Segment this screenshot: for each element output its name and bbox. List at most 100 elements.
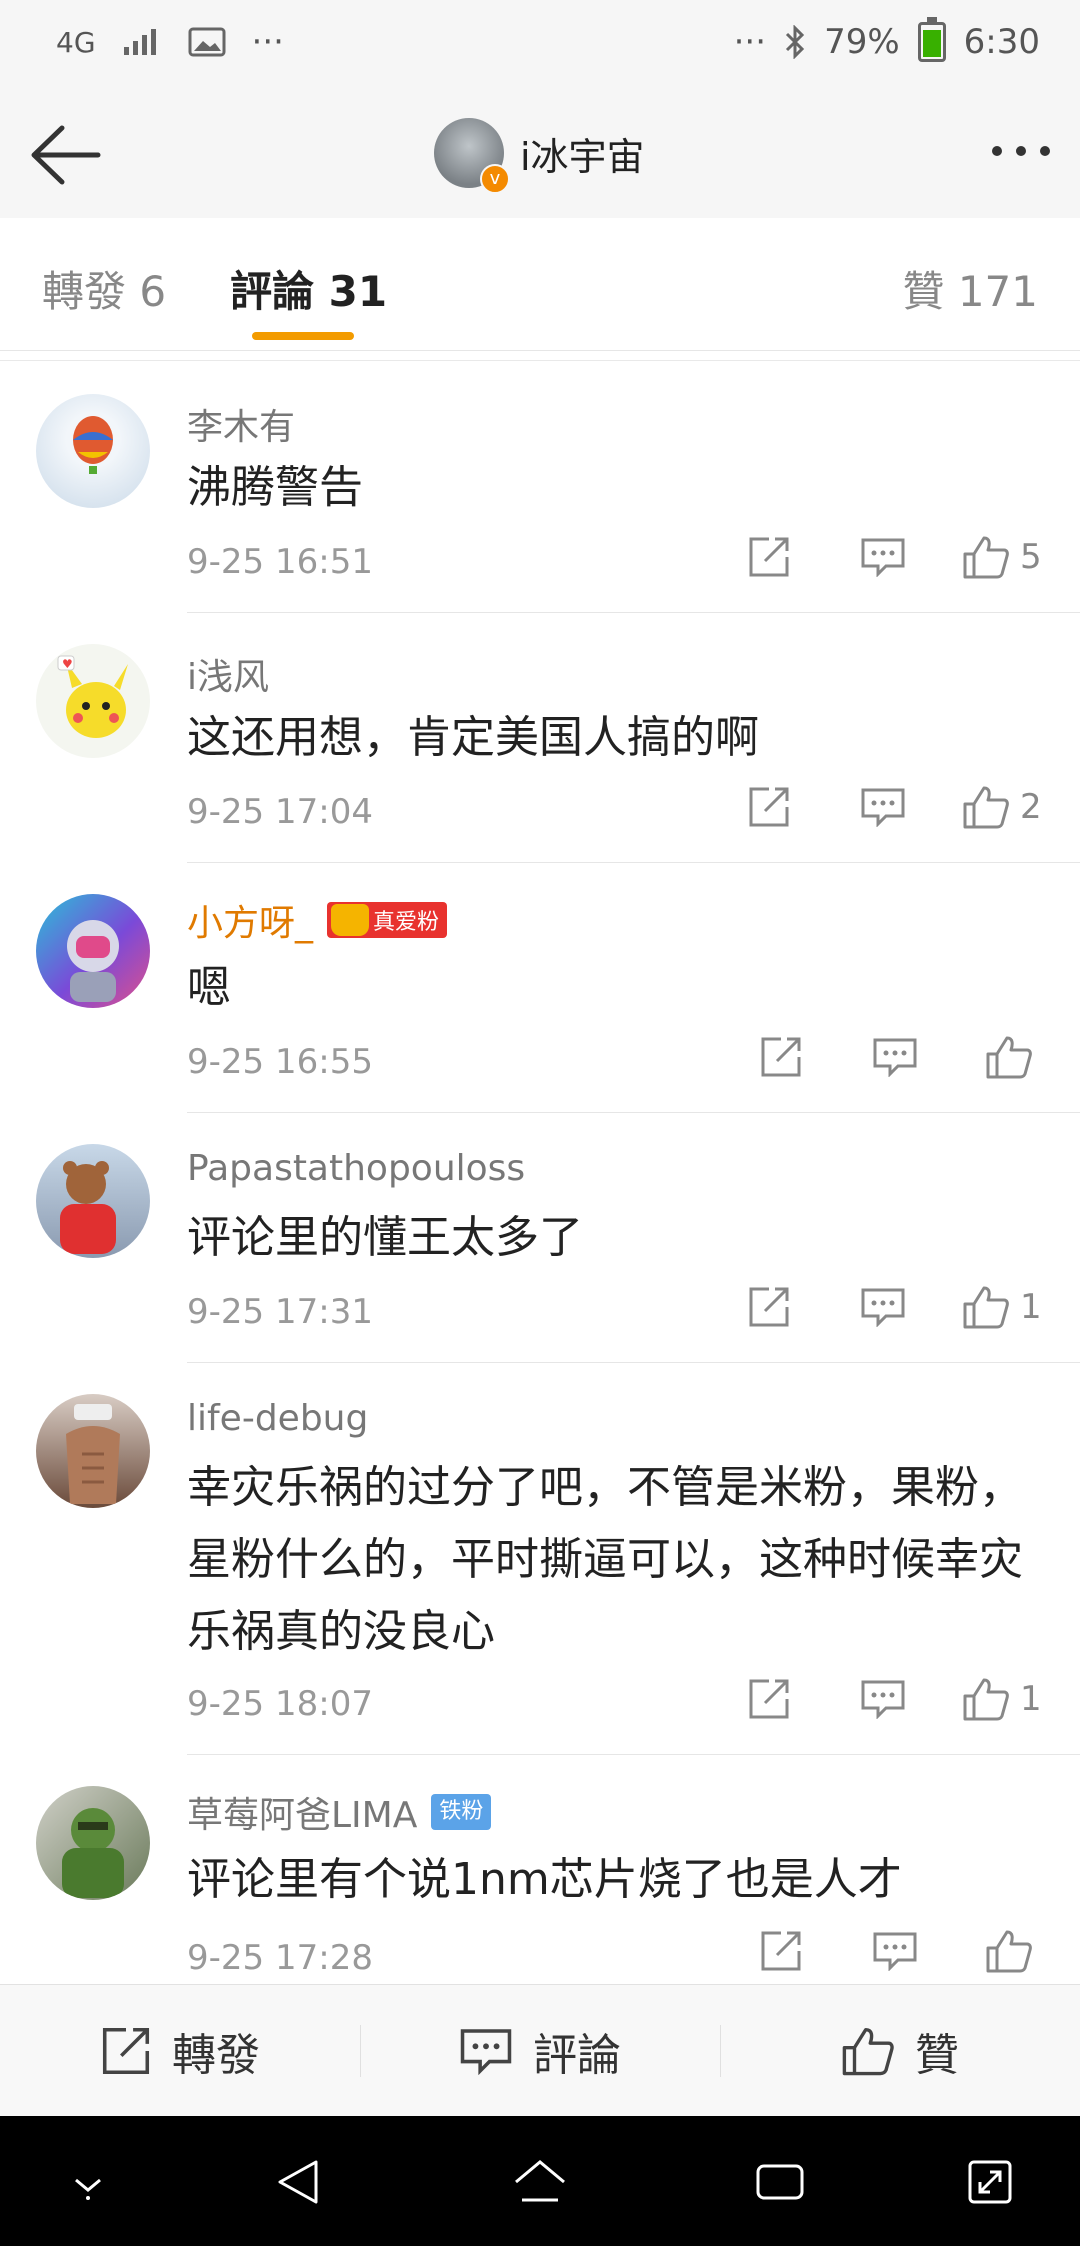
comment-timestamp: 9-25 16:55 — [187, 1042, 373, 1082]
like-button[interactable] — [974, 1926, 1044, 1976]
divider — [0, 360, 1080, 361]
like-button[interactable]: 5 — [962, 532, 1044, 582]
svg-text:♥: ♥ — [62, 657, 73, 671]
like-button[interactable]: 1 — [962, 1282, 1044, 1332]
comment-username[interactable]: 草莓阿爸LIMA 铁粉 — [187, 1786, 492, 1838]
avatar[interactable] — [36, 1786, 150, 1900]
share-icon — [749, 537, 789, 577]
thumbs-up-icon — [963, 1286, 1009, 1329]
comment-timestamp: 9-25 17:28 — [187, 1938, 373, 1978]
repost-button[interactable]: 轉發 — [0, 1985, 360, 2117]
share-button[interactable] — [734, 532, 804, 582]
hide-nav-icon[interactable] — [58, 2152, 118, 2212]
reply-button[interactable] — [848, 532, 918, 582]
avatar[interactable] — [36, 1144, 150, 1258]
page-title: i冰宇宙 — [520, 134, 645, 179]
signal-icon — [123, 29, 156, 55]
top-navigation-bar: v i冰宇宙 — [0, 92, 1080, 219]
thumbs-up-icon — [963, 536, 1009, 579]
share-icon — [761, 1931, 801, 1971]
avatar[interactable] — [36, 894, 150, 1008]
bottom-action-bar: 轉發 評論 贊 — [0, 1984, 1080, 2117]
divider — [187, 1754, 1080, 1755]
comment-text: 评论里的懂王太多了 — [187, 1212, 583, 1263]
comment-text: 评论里有个说1nm芯片烧了也是人才 — [187, 1854, 902, 1905]
home-icon[interactable] — [510, 2152, 570, 2212]
thumbs-up-icon — [842, 2027, 894, 2076]
share-icon — [749, 1679, 789, 1719]
like-count: 2 — [1020, 787, 1042, 827]
recent-apps-icon[interactable] — [750, 2152, 810, 2212]
divider — [187, 1112, 1080, 1113]
comment-username[interactable]: i浅风 — [187, 648, 269, 700]
thumbs-up-icon — [986, 1930, 1032, 1973]
comment-username[interactable]: Papastathopouloss — [187, 1148, 525, 1189]
comment-timestamp: 9-25 17:04 — [187, 792, 373, 832]
like-button[interactable]: 贊 — [720, 1985, 1080, 2117]
like-button[interactable] — [974, 1032, 1044, 1082]
comment-icon — [861, 538, 905, 577]
battery-icon — [917, 17, 946, 62]
tab-comments[interactable]: 評論 31 — [230, 258, 387, 319]
comment-timestamp: 9-25 18:07 — [187, 1684, 373, 1724]
comment-username[interactable]: life-debug — [187, 1398, 368, 1439]
avatar[interactable]: ♥ — [36, 644, 150, 758]
tab-likes[interactable]: 贊 171 — [902, 258, 1038, 319]
avatar[interactable]: v — [434, 118, 510, 194]
battery-percent: 79% — [824, 22, 900, 62]
system-navigation-bar — [0, 2116, 1080, 2246]
repost-label: 轉發 — [172, 2030, 260, 2081]
fan-badge: 铁粉 — [431, 1794, 492, 1830]
share-button[interactable] — [734, 1282, 804, 1332]
reply-button[interactable] — [860, 1926, 930, 1976]
share-icon — [749, 787, 789, 827]
image-icon — [188, 27, 226, 57]
comment-icon — [861, 1680, 905, 1719]
share-icon — [761, 1037, 801, 1077]
more-dots-icon: ··· — [733, 22, 767, 62]
comment-username[interactable]: 李木有 — [187, 398, 295, 450]
share-button[interactable] — [746, 1926, 816, 1976]
reply-button[interactable] — [848, 1282, 918, 1332]
thumbs-up-icon — [986, 1036, 1032, 1079]
like-button[interactable]: 2 — [962, 782, 1044, 832]
reply-button[interactable] — [860, 1032, 930, 1082]
divider — [187, 862, 1080, 863]
reply-button[interactable] — [848, 1674, 918, 1724]
comment-text: 嗯 — [187, 962, 231, 1013]
more-options-button[interactable] — [992, 146, 1050, 156]
reply-button[interactable] — [848, 782, 918, 832]
back-icon[interactable] — [268, 2152, 328, 2212]
expand-icon[interactable] — [960, 2152, 1020, 2212]
comment-username[interactable]: 小方呀_ 真爱粉 — [187, 894, 448, 946]
header-user[interactable]: v i冰宇宙 — [434, 118, 645, 194]
status-bar: 4G ··· ··· 79% 6:30 — [0, 0, 1080, 92]
active-tab-indicator — [252, 332, 354, 340]
share-icon — [102, 2027, 150, 2075]
comment-text: 沸腾警告 — [187, 462, 363, 513]
clock: 6:30 — [963, 22, 1040, 62]
share-button[interactable] — [734, 1674, 804, 1724]
comment-icon — [873, 1932, 917, 1971]
avatar[interactable] — [36, 1394, 150, 1508]
comment-button[interactable]: 評論 — [360, 1985, 720, 2117]
share-button[interactable] — [746, 1032, 816, 1082]
divider — [187, 1362, 1080, 1363]
comment-text: 幸灾乐祸的过分了吧，不管是米粉，果粉，星粉什么的，平时撕逼可以，这种时候幸灾乐祸… — [187, 1462, 1023, 1657]
avatar[interactable] — [36, 394, 150, 508]
share-icon — [749, 1287, 789, 1327]
more-dots-icon: ··· — [251, 22, 284, 62]
comment-timestamp: 9-25 16:51 — [187, 542, 373, 582]
like-button[interactable]: 1 — [962, 1674, 1044, 1724]
network-indicator: 4G — [56, 25, 96, 59]
back-arrow-icon[interactable] — [28, 122, 104, 188]
comment-icon — [861, 1288, 905, 1327]
like-count: 1 — [1020, 1287, 1042, 1327]
tab-bar: 轉發 6 評論 31 贊 171 — [0, 218, 1080, 351]
comment-text: 这还用想，肯定美国人搞的啊 — [187, 712, 759, 763]
like-label: 贊 — [915, 2030, 959, 2081]
thumbs-up-icon — [963, 1678, 1009, 1721]
comment-icon — [861, 788, 905, 827]
share-button[interactable] — [734, 782, 804, 832]
tab-repost[interactable]: 轉發 6 — [42, 258, 166, 319]
